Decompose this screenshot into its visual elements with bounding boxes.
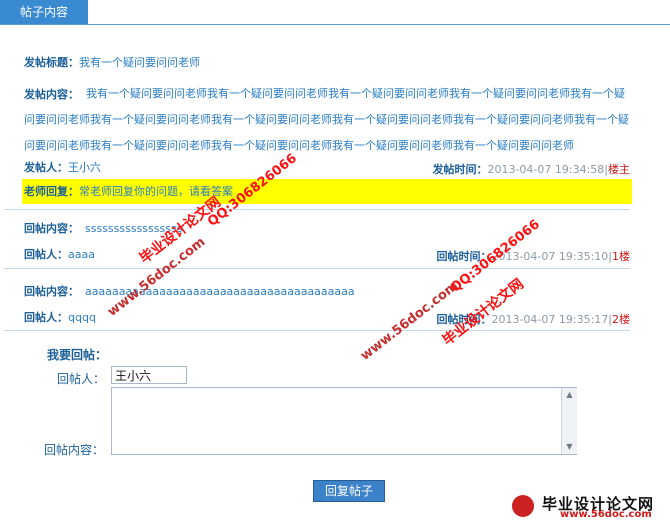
reply-floor: 1楼 xyxy=(612,250,630,263)
logo-ball-icon xyxy=(512,495,534,517)
reply-author-label: 回帖人： xyxy=(24,248,68,261)
reply-content-row: 回帖内容： aaaaaaaaaaaaaaaaaaaaaaaaaaaaaaaaaaa… xyxy=(24,285,630,299)
scroll-up-icon[interactable]: ▲ xyxy=(562,388,577,402)
post-time: 2013-04-07 19:34:58 xyxy=(487,163,605,176)
post-title-label: 发帖标题： xyxy=(24,56,79,69)
divider xyxy=(4,209,630,210)
reply-content-textarea[interactable] xyxy=(111,387,577,455)
scroll-down-icon[interactable]: ▼ xyxy=(562,440,577,454)
post-time-label: 发帖时间： xyxy=(432,163,488,176)
reply-author: aaaa xyxy=(68,248,95,261)
reply-content-field-label: 回帖内容： xyxy=(44,443,105,457)
reply-floor: 2楼 xyxy=(612,313,630,326)
textarea-scrollbar[interactable]: ▲ ▼ xyxy=(561,388,577,454)
divider xyxy=(4,330,630,331)
post-title-row: 发帖标题：我有一个疑问要问问老师 xyxy=(24,56,630,70)
submit-reply-button[interactable]: 回复帖子 xyxy=(313,480,385,502)
reply-name-label: 回帖人： xyxy=(57,372,106,386)
reply-name-input[interactable] xyxy=(111,366,187,384)
teacher-reply-label: 老师回复： xyxy=(24,185,79,198)
post-floor: 楼主 xyxy=(608,163,630,176)
post-author-label: 发帖人： xyxy=(24,161,68,174)
post-title: 我有一个疑问要问问老师 xyxy=(79,56,200,69)
tab-post-content[interactable]: 帖子内容 xyxy=(0,0,88,24)
reply-author-label: 回帖人： xyxy=(24,311,68,324)
teacher-reply-row: 老师回复：常老师回复你的问题，请看答案 xyxy=(24,185,630,199)
divider xyxy=(4,268,630,269)
reply-content-label: 回帖内容： xyxy=(24,285,79,298)
reply-author: qqqq xyxy=(68,311,96,324)
post-content-text: 我有一个疑问要问问老师我有一个疑问要问问老师我有一个疑问要问问老师我有一个疑问要… xyxy=(24,87,629,152)
logo-url: www.56doc.com xyxy=(560,509,652,520)
reply-form-title: 我要回帖： xyxy=(47,348,108,362)
reply-content-label: 回帖内容： xyxy=(24,222,79,235)
reply-time-row: 回帖时间：2013-04-07 19:35:10|1楼 xyxy=(436,248,630,264)
post-time-row: 发帖时间：2013-04-07 19:34:58|楼主 xyxy=(432,161,630,177)
post-author: 王小六 xyxy=(68,161,101,174)
post-content: 我有一个疑问要问问老师我有一个疑问要问问老师我有一个疑问要问问老师我有一个疑问要… xyxy=(24,81,634,159)
reply-time: 2013-04-07 19:35:17 xyxy=(491,313,609,326)
site-logo: 毕业设计论文网 www.56doc.com xyxy=(500,493,665,521)
tab-bar: 帖子内容 xyxy=(0,0,670,25)
